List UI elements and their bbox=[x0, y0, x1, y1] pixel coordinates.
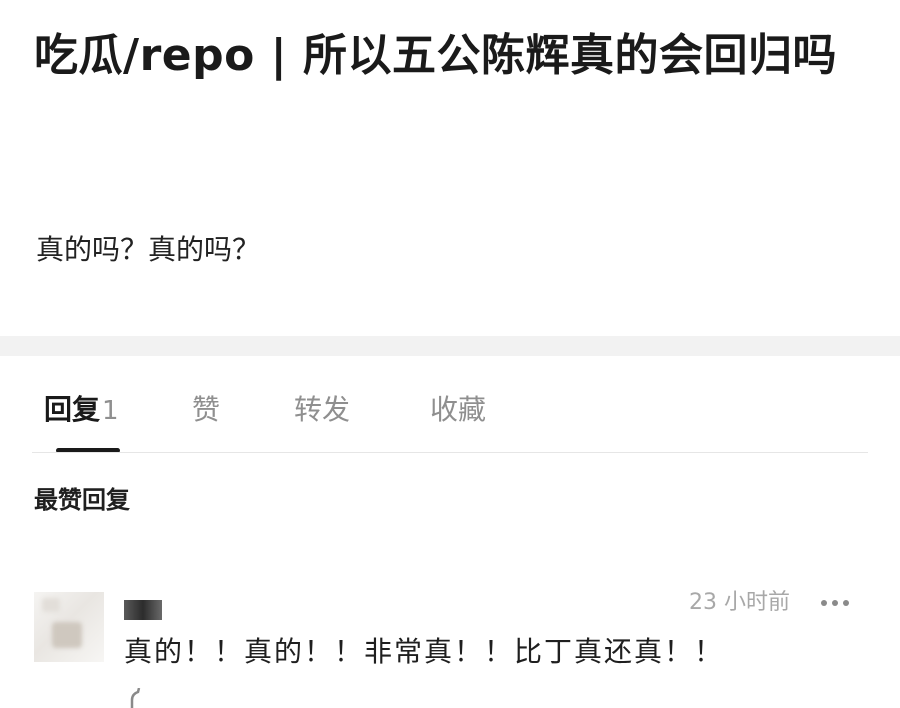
avatar-detail bbox=[42, 598, 60, 612]
username-redacted[interactable] bbox=[124, 600, 162, 620]
tab-shares[interactable]: 转发 bbox=[294, 390, 350, 430]
more-options-button[interactable] bbox=[818, 588, 852, 618]
avatar[interactable] bbox=[34, 592, 104, 662]
section-separator bbox=[0, 336, 900, 356]
reply-item: 23 小时前 真的！！真的！！非常真！！比丁真还真！！ bbox=[0, 580, 900, 708]
tab-replies-label: 回复 bbox=[44, 393, 101, 426]
reply-action-icon[interactable] bbox=[124, 688, 154, 708]
tab-replies-count: 1 bbox=[102, 396, 119, 426]
avatar-detail bbox=[52, 622, 82, 648]
tab-favorites-label: 收藏 bbox=[430, 393, 487, 426]
tab-likes-label: 赞 bbox=[192, 393, 221, 426]
tab-replies[interactable]: 回复1 bbox=[44, 390, 119, 431]
like-icon bbox=[130, 688, 141, 708]
tabs-divider bbox=[32, 452, 868, 453]
tab-favorites[interactable]: 收藏 bbox=[430, 390, 486, 430]
tab-likes[interactable]: 赞 bbox=[192, 390, 220, 430]
tab-bar: 回复1 赞 转发 收藏 bbox=[0, 356, 900, 454]
tab-shares-label: 转发 bbox=[294, 393, 351, 426]
post-title: 吃瓜/repo | 所以五公陈辉真的会回归吗 bbox=[34, 30, 838, 81]
reply-text: 真的！！真的！！非常真！！比丁真还真！！ bbox=[124, 635, 725, 668]
reply-timestamp: 23 小时前 bbox=[689, 590, 790, 615]
post: 吃瓜/repo | 所以五公陈辉真的会回归吗 真的吗？真的吗？ bbox=[0, 0, 900, 336]
post-body: 真的吗？真的吗？ bbox=[36, 233, 261, 266]
top-replies-heading: 最赞回复 bbox=[34, 486, 130, 514]
more-dots-icon bbox=[821, 600, 849, 606]
